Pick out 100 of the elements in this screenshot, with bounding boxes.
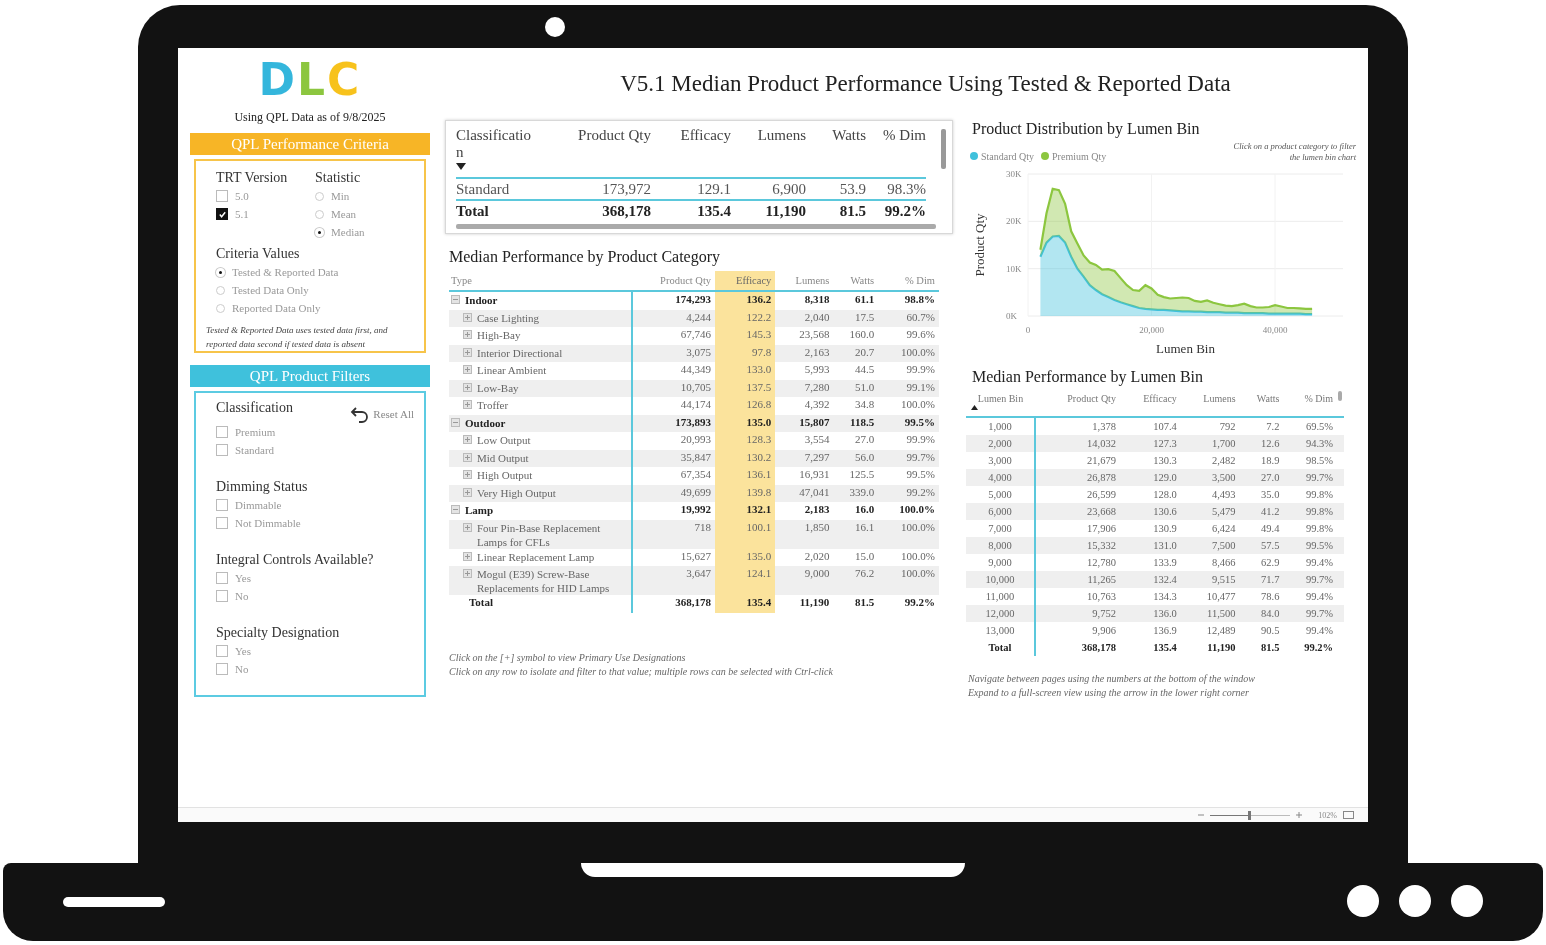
column-header[interactable]: Lumens (775, 271, 834, 291)
expand-icon[interactable] (463, 522, 472, 532)
column-header[interactable]: Lumens (1203, 393, 1236, 404)
collapse-icon[interactable] (451, 505, 460, 514)
column-header[interactable]: % Dim (878, 271, 939, 291)
table-cell: 99.5% (878, 467, 939, 485)
checkbox[interactable] (216, 572, 228, 584)
table-cell: 51.0 (833, 379, 879, 397)
column-header[interactable]: Product Qty (1067, 393, 1116, 404)
expand-icon[interactable] (463, 382, 472, 392)
checkbox[interactable] (216, 426, 228, 438)
expand-icon[interactable] (463, 551, 472, 561)
category-name[interactable]: Lamp (465, 503, 494, 517)
table-cell: Standard (456, 179, 551, 201)
column-header[interactable]: Classification (456, 127, 536, 161)
column-header[interactable]: Lumens (731, 127, 806, 144)
checkbox[interactable] (216, 663, 228, 675)
column-header[interactable]: Efficacy (715, 271, 776, 291)
zoom-out-icon[interactable] (1198, 812, 1205, 818)
radio-button[interactable] (216, 285, 225, 295)
option-label: Not Dimmable (235, 517, 301, 529)
column-header[interactable]: Efficacy (651, 127, 731, 144)
x-tick-label: 0 (1025, 325, 1031, 335)
zoom-in-icon[interactable] (1296, 812, 1303, 818)
sort-up-icon[interactable] (971, 405, 978, 410)
column-header[interactable]: Watts (1256, 393, 1280, 404)
option-label: Median (331, 226, 365, 238)
category-name[interactable]: Linear Replacement Lamp (477, 549, 595, 564)
expand-icon[interactable] (463, 347, 472, 357)
column-header[interactable]: Product Qty (551, 127, 651, 144)
table-cell: 20,993 (632, 432, 716, 450)
category-name[interactable]: Low-Bay (477, 380, 519, 395)
expand-icon[interactable] (463, 400, 472, 409)
legend-label[interactable]: Standard Qty (981, 150, 1035, 162)
column-header[interactable]: % Dim (866, 127, 926, 144)
category-name[interactable]: Troffer (477, 398, 509, 412)
column-header[interactable]: Type (449, 271, 632, 291)
table-cell: 174,293 (632, 291, 716, 310)
expand-icon[interactable] (463, 569, 472, 578)
checkbox[interactable] (216, 645, 228, 657)
scrollbar[interactable] (456, 224, 936, 229)
table-cell: 99.1% (878, 379, 939, 397)
checkbox[interactable] (216, 190, 228, 202)
fit-to-page-icon[interactable] (1343, 811, 1354, 819)
table-cell: 9,752 (1035, 605, 1119, 622)
expand-icon[interactable] (463, 470, 472, 479)
table-cell: 107.4 (1118, 417, 1180, 435)
category-name[interactable]: High-Bay (477, 328, 521, 342)
dashboard-title: V5.1 Median Product Performance Using Tested & Reported Data (619, 70, 1232, 98)
category-name[interactable]: Low Output (477, 433, 531, 447)
checkbox[interactable] (216, 444, 228, 456)
expand-icon[interactable] (463, 435, 472, 444)
total-cell: 368,178 (1035, 639, 1119, 656)
column-header[interactable]: % Dim (1304, 393, 1333, 404)
table-cell: 99.8% (1282, 486, 1336, 503)
table-cell: 23,668 (1035, 503, 1119, 520)
category-name[interactable]: Indoor (465, 293, 498, 307)
expand-icon[interactable] (463, 312, 472, 322)
expand-icon[interactable] (463, 452, 472, 462)
expand-icon[interactable] (463, 487, 472, 497)
zoom-slider-thumb[interactable] (1248, 810, 1252, 820)
scrollbar[interactable] (941, 129, 946, 169)
radio-button[interactable] (216, 303, 225, 313)
option-label: Tested Data Only (232, 284, 309, 296)
column-header[interactable]: Efficacy (1143, 393, 1177, 404)
table-cell: 100.0% (878, 548, 939, 566)
option-label: Yes (235, 572, 251, 584)
table-cell: 10,763 (1035, 588, 1119, 605)
collapse-icon[interactable] (451, 417, 460, 427)
table-cell: 133.9 (1118, 554, 1180, 571)
reset-all-button[interactable]: Reset All (350, 405, 414, 423)
checkbox[interactable] (216, 499, 228, 511)
expand-icon[interactable] (463, 365, 472, 374)
panel-header: QPL Performance Criteria (190, 133, 430, 155)
table-cell: 99.7% (1282, 469, 1336, 486)
total-cell-text: 135.4 (1152, 640, 1178, 655)
scrollbar[interactable] (1338, 391, 1342, 401)
sort-down-icon[interactable] (456, 163, 466, 170)
radio-button[interactable] (315, 191, 324, 201)
checkbox[interactable] (216, 208, 228, 220)
radio-button[interactable] (315, 209, 324, 219)
category-name[interactable]: Outdoor (465, 415, 506, 430)
checkbox[interactable] (216, 590, 228, 602)
category-name[interactable]: Linear Ambient (477, 363, 547, 377)
table-cell: 21,679 (1035, 452, 1119, 469)
legend-label[interactable]: Premium Qty (1052, 150, 1107, 162)
collapse-icon[interactable] (451, 295, 460, 304)
criteria-note: Tested & Reported Data uses tested data first, and reported data second if tested data is absent (206, 324, 389, 351)
column-header[interactable]: Watts (833, 271, 879, 291)
category-name[interactable]: High Output (477, 468, 533, 482)
table-cell: 2,482 (1179, 452, 1239, 469)
table-cell: 100.0% (878, 566, 939, 595)
table-cell: 47,041 (775, 484, 834, 502)
checkbox[interactable] (216, 517, 228, 529)
column-header[interactable]: Lumen Bin (977, 393, 1024, 404)
option-label: No (235, 590, 249, 602)
group-label: Integral Controls Available? (216, 551, 374, 569)
column-header[interactable]: Watts (806, 127, 866, 144)
expand-icon[interactable] (463, 330, 472, 339)
table-cell: 14,032 (1035, 435, 1119, 452)
